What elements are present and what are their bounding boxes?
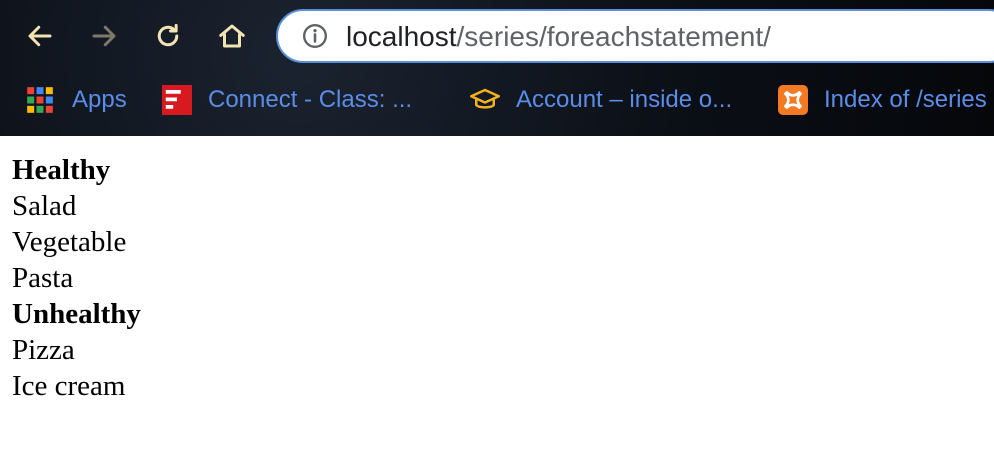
info-icon[interactable] <box>302 23 328 49</box>
home-button[interactable] <box>210 14 254 58</box>
list-item: Ice cream <box>12 370 126 402</box>
list-item: Vegetable <box>12 226 127 258</box>
list-item: Pasta <box>12 262 74 294</box>
bookmark-label: Apps <box>72 86 127 113</box>
back-button[interactable] <box>18 14 62 58</box>
mcgraw-hill-logo-icon <box>162 85 192 115</box>
forward-button[interactable] <box>82 14 126 58</box>
bookmark-connect[interactable]: Connect - Class: ... <box>162 82 412 118</box>
graduation-cap-icon <box>470 88 500 109</box>
bookmark-label: Account – inside o... <box>516 86 733 113</box>
bookmark-label: Connect - Class: ... <box>208 86 413 113</box>
address-bar[interactable]: localhost/series/foreachstatement/ <box>276 9 994 63</box>
list-item: Salad <box>12 190 77 222</box>
bookmark-label: Index of /series <box>824 86 987 113</box>
home-icon <box>219 24 245 48</box>
bookmark-apps[interactable]: Apps <box>26 82 127 118</box>
page-content: Healthy Salad Vegetable Pasta Unhealthy … <box>12 152 141 404</box>
bookmark-account[interactable]: Account – inside o... <box>470 82 732 118</box>
browser-chrome: localhost/series/foreachstatement/ Apps … <box>0 0 994 136</box>
arrow-right-icon <box>92 25 116 47</box>
apps-grid-icon <box>27 87 53 113</box>
xampp-logo-icon <box>778 85 808 115</box>
arrow-left-icon <box>28 25 52 47</box>
url-text[interactable]: localhost/series/foreachstatement/ <box>346 21 771 53</box>
list-item: Pizza <box>12 334 75 366</box>
reload-icon <box>157 23 179 47</box>
section-heading: Unhealthy <box>12 298 141 330</box>
bookmark-index[interactable]: Index of /series <box>778 82 987 118</box>
toolbar: localhost/series/foreachstatement/ <box>0 0 994 72</box>
url-host: localhost <box>346 21 457 52</box>
bookmarks-bar: Apps Connect - Class: ... Account – insi… <box>0 72 994 128</box>
reload-button[interactable] <box>146 14 190 58</box>
section-heading: Healthy <box>12 154 111 186</box>
url-path: /series/foreachstatement/ <box>456 21 771 52</box>
